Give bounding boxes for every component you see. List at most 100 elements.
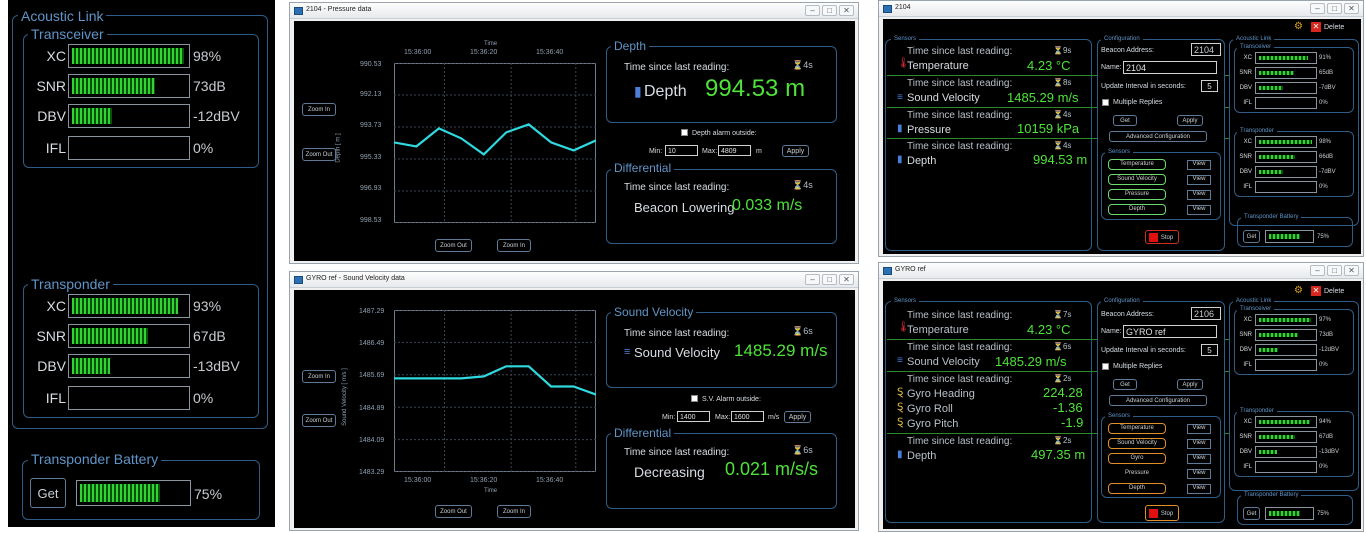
update-interval-input[interactable]: 5 <box>1201 344 1218 356</box>
stop-button[interactable]: Stop <box>1145 230 1179 244</box>
name-input[interactable]: 2104 <box>1123 61 1217 74</box>
zoom-out-y-button[interactable]: Zoom Out <box>302 414 336 427</box>
minimize-button[interactable]: – <box>805 5 820 16</box>
beacon-address-input[interactable]: 2106 <box>1191 307 1221 320</box>
minimize-button[interactable]: – <box>1310 3 1325 14</box>
transponder-legend: Transponder <box>1237 408 1277 414</box>
mini-row-bar <box>1255 82 1317 94</box>
x-tick-2: 15:36:20 <box>470 477 498 484</box>
get-button[interactable]: Get <box>1113 379 1137 390</box>
pressure-sensor-button[interactable]: Pressure <box>1108 189 1166 200</box>
window-body: Time 15:36:00 15:36:20 15:36:40 990.53 9… <box>294 21 855 261</box>
maximize-button[interactable]: □ <box>822 274 837 285</box>
delete-label[interactable]: Delete <box>1324 24 1344 31</box>
mini-row-label: SNR <box>1239 332 1252 338</box>
zoom-out-x-button[interactable]: Zoom Out <box>435 505 472 518</box>
sensor-name: Temperature <box>907 60 969 72</box>
depth-chart[interactable] <box>394 63 596 223</box>
sound-velocity-chart[interactable] <box>394 310 596 472</box>
diff-value: 0.033 m/s <box>732 197 803 214</box>
sensor-name: Sound Velocity <box>907 92 980 104</box>
apply-button[interactable]: Apply <box>782 145 809 157</box>
max-input[interactable]: 1600 <box>731 411 764 422</box>
min-input[interactable]: 10 <box>665 145 698 156</box>
gyro-sensor-button[interactable]: Gyro <box>1108 453 1166 464</box>
view-sound-velocity-button[interactable]: View <box>1187 439 1211 449</box>
advanced-configuration-button[interactable]: Advanced Configuration <box>1109 395 1207 406</box>
sensor-name: Depth <box>907 450 937 462</box>
maximize-button[interactable]: □ <box>1327 265 1342 276</box>
sv-alarm-checkbox[interactable] <box>691 395 698 402</box>
depth-sensor-button[interactable]: Depth <box>1108 204 1166 215</box>
close-button[interactable]: ✕ <box>839 5 854 16</box>
title-bar[interactable]: GYRO ref – □ ✕ <box>879 263 1363 279</box>
sensor-name: Pressure <box>907 124 952 136</box>
pressure-sensor-button[interactable]: Pressure <box>1108 468 1166 479</box>
age-text: 7s <box>1062 310 1072 319</box>
view-sound-velocity-button[interactable]: View <box>1187 175 1211 185</box>
close-button[interactable]: ✕ <box>1344 3 1359 14</box>
view-gyro-button[interactable]: View <box>1187 454 1211 464</box>
view-depth-button[interactable]: View <box>1187 484 1211 494</box>
title-bar[interactable]: GYRO ref - Sound Velocity data – □ ✕ <box>290 272 858 288</box>
age-text: 6s <box>803 445 813 455</box>
zoom-out-y-button[interactable]: Zoom Out <box>302 148 336 161</box>
zoom-in-y-button[interactable]: Zoom In <box>302 103 336 116</box>
y-axis-label: Sound Velocity [ m/s ] <box>341 368 348 426</box>
data-point <box>415 377 418 380</box>
close-button[interactable]: ✕ <box>839 274 854 285</box>
view-temperature-button[interactable]: View <box>1187 160 1211 170</box>
apply-button[interactable]: Apply <box>1177 115 1203 126</box>
maximize-button[interactable]: □ <box>1327 3 1342 14</box>
apply-button[interactable]: Apply <box>784 411 811 423</box>
sound-velocity-window: GYRO ref - Sound Velocity data – □ ✕ 148… <box>289 271 859 531</box>
title-bar[interactable]: 2104 - Pressure data – □ ✕ <box>290 3 858 19</box>
delete-icon[interactable]: ✕ <box>1311 286 1321 296</box>
battery-get-button[interactable]: Get <box>30 478 66 508</box>
zoom-in-x-button[interactable]: Zoom In <box>497 239 531 252</box>
view-temperature-button[interactable]: View <box>1187 424 1211 434</box>
name-input[interactable]: GYRO ref <box>1123 325 1217 338</box>
minimize-button[interactable]: – <box>805 274 820 285</box>
title-bar[interactable]: 2104 – □ ✕ <box>879 1 1363 17</box>
sound-velocity-icon: ≡ <box>897 355 903 366</box>
settings-icon[interactable]: ⚙ <box>1294 22 1303 32</box>
min-input[interactable]: 1400 <box>677 411 710 422</box>
maximize-button[interactable]: □ <box>822 5 837 16</box>
battery-get-button[interactable]: Get <box>1243 230 1260 243</box>
depth-alarm-checkbox[interactable] <box>681 129 688 136</box>
sensor-value: 497.35 m <box>1031 447 1086 462</box>
view-depth-button[interactable]: View <box>1187 205 1211 215</box>
battery-get-button[interactable]: Get <box>1243 507 1260 520</box>
get-button[interactable]: Get <box>1113 115 1137 126</box>
sv-value: 1485.29 m/s <box>734 341 828 360</box>
view-pressure-button[interactable]: View <box>1187 469 1211 479</box>
mini-row-bar <box>1255 136 1317 148</box>
settings-icon[interactable]: ⚙ <box>1294 286 1303 296</box>
delete-label[interactable]: Delete <box>1324 288 1344 295</box>
diff-age-value: ⏳4s <box>792 181 813 190</box>
view-pressure-button[interactable]: View <box>1187 190 1211 200</box>
multiple-replies-checkbox[interactable] <box>1102 363 1109 370</box>
battery-legend: Transponder Battery <box>1241 492 1302 498</box>
beacon-address-input[interactable]: 2104 <box>1191 43 1221 56</box>
multiple-replies-checkbox[interactable] <box>1102 99 1109 106</box>
sound-velocity-sensor-button[interactable]: Sound Velocity <box>1108 438 1166 449</box>
depth-sensor-button[interactable]: Depth <box>1108 483 1166 494</box>
hourglass-icon: ⏳ <box>1053 310 1063 319</box>
delete-icon[interactable]: ✕ <box>1311 22 1321 32</box>
stop-button[interactable]: Stop <box>1145 505 1179 521</box>
minimize-button[interactable]: – <box>1310 265 1325 276</box>
zoom-in-x-button[interactable]: Zoom In <box>497 505 531 518</box>
sound-velocity-sensor-button[interactable]: Sound Velocity <box>1108 174 1166 185</box>
advanced-configuration-button[interactable]: Advanced Configuration <box>1109 131 1207 142</box>
apply-button[interactable]: Apply <box>1177 379 1203 390</box>
hourglass-icon: ⏳ <box>792 445 804 455</box>
zoom-out-x-button[interactable]: Zoom Out <box>435 239 472 252</box>
close-button[interactable]: ✕ <box>1344 265 1359 276</box>
zoom-in-y-button[interactable]: Zoom In <box>302 370 336 383</box>
temperature-sensor-button[interactable]: Temperature <box>1108 423 1166 434</box>
max-input[interactable]: 4809 <box>718 145 751 156</box>
update-interval-input[interactable]: 5 <box>1201 80 1218 92</box>
temperature-sensor-button[interactable]: Temperature <box>1108 159 1166 170</box>
